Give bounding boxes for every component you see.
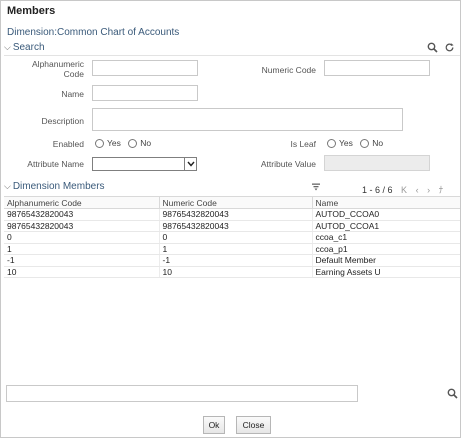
chevron-down-icon: ⌵ (4, 42, 11, 52)
enabled-no-radio[interactable]: No (128, 138, 152, 149)
cell-numeric-code: 0 (159, 231, 313, 244)
pagination-range: 1 - 6 / 6 (362, 185, 393, 195)
members-table: Alphanumeric Code Numeric Code Name 9876… (4, 196, 460, 278)
table-header-row: Alphanumeric Code Numeric Code Name (4, 196, 460, 209)
last-page-icon[interactable]: ﾅ (439, 185, 444, 195)
cell-numeric-code: -1 (159, 254, 313, 267)
cell-name: AUTOD_CCOA0 (312, 208, 460, 221)
description-input[interactable] (92, 108, 403, 131)
table-row[interactable]: 0 0 ccoa_c1 (4, 231, 460, 244)
pagination: 1 - 6 / 6 K ‹ › ﾅ (362, 183, 443, 196)
is-leaf-no-radio[interactable]: No (360, 138, 384, 149)
search-divider (4, 55, 460, 56)
first-page-icon[interactable]: K (401, 185, 407, 195)
ok-button-label: Ok (208, 420, 220, 430)
enabled-radio-group: Yes No (95, 138, 156, 149)
table-row[interactable]: 10 10 Earning Assets U (4, 266, 460, 278)
dialog-title: Members (7, 5, 56, 17)
column-header-numeric-code[interactable]: Numeric Code (159, 196, 313, 209)
column-header-alphanumeric-code[interactable]: Alphanumeric Code (4, 196, 160, 209)
table-row[interactable]: 98765432820043 98765432820043 AUTOD_CCOA… (4, 220, 460, 232)
enabled-yes-radio[interactable]: Yes (95, 138, 121, 149)
cell-alphanumeric-code: 10 (4, 266, 160, 278)
alphanumeric-code-input[interactable] (92, 60, 198, 76)
name-label: Name (61, 89, 84, 99)
members-section-label: Dimension Members (12, 181, 105, 192)
cell-numeric-code: 98765432820043 (159, 208, 313, 221)
numeric-code-input[interactable] (324, 60, 430, 76)
cell-alphanumeric-code: 98765432820043 (4, 208, 160, 221)
cell-numeric-code: 1 (159, 243, 313, 255)
cell-numeric-code: 10 (159, 266, 313, 278)
numeric-code-label: Numeric Code (261, 65, 316, 75)
close-button[interactable]: Close (236, 416, 271, 434)
radio-circle-icon (95, 139, 104, 149)
attribute-value-input (324, 155, 430, 171)
search-icon[interactable] (447, 388, 458, 401)
enabled-no-label: No (140, 138, 152, 148)
enabled-label: Enabled (52, 139, 84, 149)
cell-numeric-code: 98765432820043 (159, 220, 313, 232)
radio-circle-icon (327, 139, 336, 149)
is-leaf-radio-group: Yes No (327, 138, 388, 149)
search-section-label: Search (12, 42, 45, 53)
search-section-header[interactable]: ⌵ Search (4, 42, 460, 54)
is-leaf-label: Is Leaf (290, 139, 316, 149)
cell-name: ccoa_c1 (312, 231, 460, 244)
dimension-label: Dimension:Common Chart of Accounts (7, 27, 180, 38)
is-leaf-yes-label: Yes (339, 138, 353, 148)
attribute-name-select[interactable] (92, 157, 197, 171)
cell-alphanumeric-code: 1 (4, 243, 160, 255)
column-filter-icon[interactable] (312, 183, 320, 193)
name-input[interactable] (92, 85, 198, 101)
cell-name: AUTOD_CCOA1 (312, 220, 460, 232)
cell-name: Earning Assets U (312, 266, 460, 278)
cell-name: Default Member (312, 254, 460, 267)
enabled-yes-label: Yes (107, 138, 121, 148)
table-row[interactable]: -1 -1 Default Member (4, 254, 460, 267)
ok-button[interactable]: Ok (203, 416, 225, 434)
description-label: Description (41, 116, 84, 126)
bottom-search-input[interactable] (6, 385, 358, 402)
cell-alphanumeric-code: -1 (4, 254, 160, 267)
cell-alphanumeric-code: 0 (4, 231, 160, 244)
radio-circle-icon (128, 139, 138, 149)
table-row[interactable]: 1 1 ccoa_p1 (4, 243, 460, 255)
attribute-value-label: Attribute Value (260, 159, 316, 169)
radio-circle-icon (360, 139, 370, 149)
chevron-down-icon[interactable] (184, 158, 196, 170)
table-row[interactable]: 98765432820043 98765432820043 AUTOD_CCOA… (4, 208, 460, 221)
search-icon[interactable] (427, 42, 441, 53)
previous-page-icon[interactable]: ‹ (416, 185, 419, 195)
chevron-down-icon: ⌵ (4, 181, 11, 191)
column-header-name[interactable]: Name (312, 196, 460, 209)
cell-alphanumeric-code: 98765432820043 (4, 220, 160, 232)
is-leaf-no-label: No (372, 138, 384, 148)
reset-icon[interactable] (444, 42, 455, 53)
is-leaf-yes-radio[interactable]: Yes (327, 138, 353, 149)
close-button-label: Close (242, 420, 265, 430)
cell-name: ccoa_p1 (312, 243, 460, 255)
next-page-icon[interactable]: › (427, 185, 430, 195)
alphanumeric-code-label: Alphanumeric Code (32, 59, 84, 79)
attribute-name-label: Attribute Name (27, 159, 84, 169)
